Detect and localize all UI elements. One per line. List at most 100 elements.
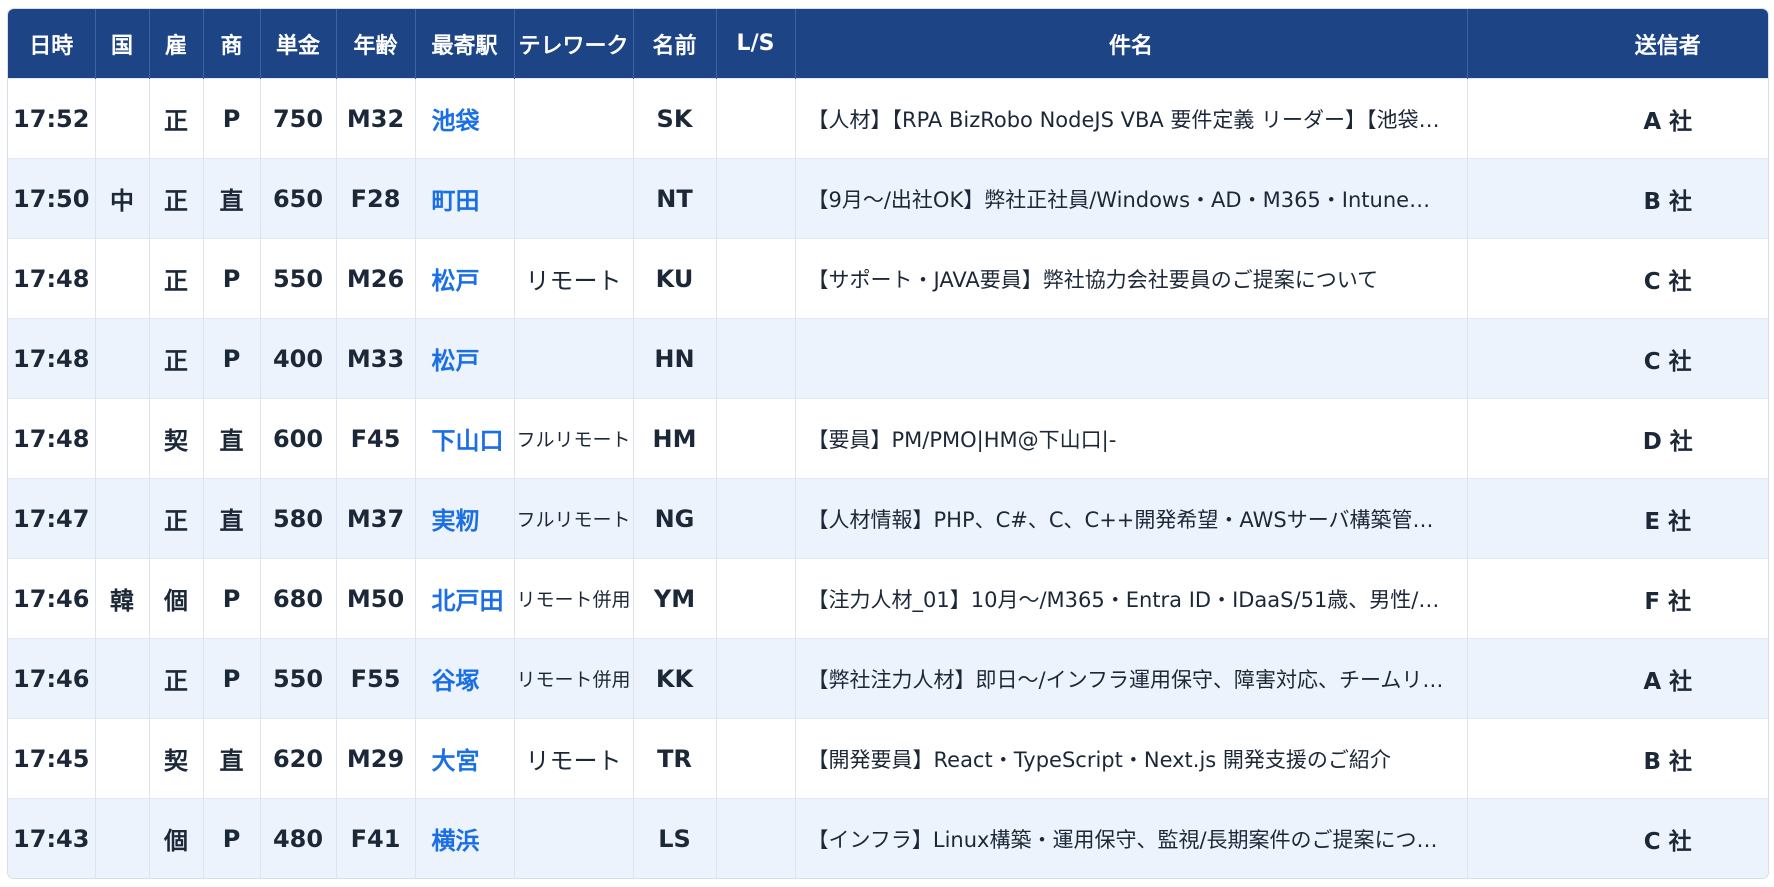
cell-subject[interactable]: 【インフラ】Linux構築・運用保守、監視/長期案件のご提案について: [795, 798, 1468, 878]
cell-station-link[interactable]: 大宮: [415, 718, 515, 799]
cell-station-link[interactable]: 下山口: [415, 398, 515, 479]
cell-telework: [514, 318, 634, 399]
cell-sender: A 社: [1467, 78, 1768, 159]
header-ls[interactable]: L/S: [716, 9, 796, 79]
cell-subject[interactable]: 【人材】【RPA BizRobo NodeJS VBA 要件定義 リーダー】【池…: [795, 78, 1468, 159]
cell-name: TR: [633, 718, 717, 799]
table-row[interactable]: 17:48 正 P 400 M33 松戸 HN C 社: [8, 318, 1768, 399]
cell-station-link[interactable]: 実籾: [415, 478, 515, 559]
cell-station-link[interactable]: 町田: [415, 158, 515, 239]
cell-price: 550: [260, 238, 337, 319]
cell-price: 680: [260, 558, 337, 639]
header-subject[interactable]: 件名: [795, 9, 1468, 79]
cell-telework: フルリモート: [514, 478, 634, 559]
cell-ls: [716, 78, 796, 159]
cell-name: HM: [633, 398, 717, 479]
table-row[interactable]: 17:46 韓 個 P 680 M50 北戸田 リモート併用 YM 【注力人材_…: [8, 558, 1768, 639]
cell-age: F41: [336, 798, 416, 878]
cell-age: F55: [336, 638, 416, 719]
cell-telework: [514, 158, 634, 239]
cell-subject[interactable]: 【要員】PM/PMO|HM@下山口|-: [795, 398, 1468, 479]
cell-subject[interactable]: [795, 318, 1468, 399]
cell-station-link[interactable]: 池袋: [415, 78, 515, 159]
cell-price: 580: [260, 478, 337, 559]
header-price[interactable]: 単金: [260, 9, 337, 79]
table-row[interactable]: 17:43 個 P 480 F41 横浜 LS 【インフラ】Linux構築・運用…: [8, 798, 1768, 878]
table-row[interactable]: 17:47 正 直 580 M37 実籾 フルリモート NG 【人材情報】PHP…: [8, 478, 1768, 559]
cell-subject[interactable]: 【9月～/出社OK】弊社正社員/Windows・AD・M365・Intune・W…: [795, 158, 1468, 239]
cell-subject[interactable]: 【弊社注力人材】即日～/インフラ運用保守、障害対応、チームリーダー お勧め...: [795, 638, 1468, 719]
cell-country: [95, 638, 150, 719]
cell-subject[interactable]: 【サポート・JAVA要員】弊社協力会社要員のご提案について: [795, 238, 1468, 319]
cell-station-link[interactable]: 北戸田: [415, 558, 515, 639]
cell-commerce: P: [203, 558, 261, 639]
cell-age: M29: [336, 718, 416, 799]
header-employment[interactable]: 雇: [149, 9, 204, 79]
cell-employment: 契: [149, 718, 204, 799]
cell-country: [95, 718, 150, 799]
cell-age: M50: [336, 558, 416, 639]
cell-ls: [716, 718, 796, 799]
table-header-row: 日時 国 雇 商 単金 年齢 最寄駅 テレワーク 名前 L/S 件名 送信者: [8, 9, 1768, 79]
cell-country: [95, 238, 150, 319]
header-commerce[interactable]: 商: [203, 9, 261, 79]
table-row[interactable]: 17:45 契 直 620 M29 大宮 リモート TR 【開発要員】React…: [8, 718, 1768, 799]
cell-name: NT: [633, 158, 717, 239]
cell-subject[interactable]: 【注力人材_01】10月～/M365・Entra ID・IDaaS/51歳、男性…: [795, 558, 1468, 639]
header-datetime[interactable]: 日時: [8, 9, 96, 79]
cell-commerce: P: [203, 798, 261, 878]
cell-station-link[interactable]: 松戸: [415, 318, 515, 399]
cell-age: M33: [336, 318, 416, 399]
cell-commerce: P: [203, 238, 261, 319]
cell-name: HN: [633, 318, 717, 399]
cell-price: 750: [260, 78, 337, 159]
cell-employment: 正: [149, 318, 204, 399]
cell-age: M37: [336, 478, 416, 559]
cell-subject[interactable]: 【人材情報】PHP、C#、C、C++開発希望・AWSサーバ構築管理希...: [795, 478, 1468, 559]
cell-country: 韓: [95, 558, 150, 639]
cell-country: [95, 398, 150, 479]
cell-subject[interactable]: 【開発要員】React・TypeScript・Next.js 開発支援のご紹介: [795, 718, 1468, 799]
cell-age: F28: [336, 158, 416, 239]
cell-name: SK: [633, 78, 717, 159]
cell-commerce: P: [203, 318, 261, 399]
cell-time: 17:47: [8, 478, 96, 559]
table-row[interactable]: 17:48 正 P 550 M26 松戸 リモート KU 【サポート・JAVA要…: [8, 238, 1768, 319]
cell-sender: B 社: [1467, 158, 1768, 239]
table-row[interactable]: 17:46 正 P 550 F55 谷塚 リモート併用 KK 【弊社注力人材】即…: [8, 638, 1768, 719]
cell-telework: [514, 78, 634, 159]
cell-sender: C 社: [1467, 238, 1768, 319]
cell-time: 17:45: [8, 718, 96, 799]
cell-station-link[interactable]: 横浜: [415, 798, 515, 878]
cell-price: 650: [260, 158, 337, 239]
cell-ls: [716, 238, 796, 319]
cell-sender: C 社: [1467, 798, 1768, 878]
cell-commerce: 直: [203, 478, 261, 559]
cell-station-link[interactable]: 谷塚: [415, 638, 515, 719]
cell-price: 620: [260, 718, 337, 799]
header-name[interactable]: 名前: [633, 9, 717, 79]
header-telework[interactable]: テレワーク: [514, 9, 634, 79]
cell-price: 550: [260, 638, 337, 719]
cell-sender: F 社: [1467, 558, 1768, 639]
header-country[interactable]: 国: [95, 9, 150, 79]
cell-name: KU: [633, 238, 717, 319]
header-sender[interactable]: 送信者: [1467, 9, 1768, 79]
cell-telework: リモート: [514, 238, 634, 319]
cell-price: 480: [260, 798, 337, 878]
cell-age: F45: [336, 398, 416, 479]
cell-employment: 正: [149, 78, 204, 159]
cell-telework: リモート: [514, 718, 634, 799]
header-age[interactable]: 年齢: [336, 9, 416, 79]
table-row[interactable]: 17:48 契 直 600 F45 下山口 フルリモート HM 【要員】PM/P…: [8, 398, 1768, 479]
cell-station-link[interactable]: 松戸: [415, 238, 515, 319]
cell-age: M32: [336, 78, 416, 159]
header-station[interactable]: 最寄駅: [415, 9, 515, 79]
table-row[interactable]: 17:50 中 正 直 650 F28 町田 NT 【9月～/出社OK】弊社正社…: [8, 158, 1768, 239]
cell-ls: [716, 558, 796, 639]
table-row[interactable]: 17:52 正 P 750 M32 池袋 SK 【人材】【RPA BizRobo…: [8, 78, 1768, 159]
cell-time: 17:52: [8, 78, 96, 159]
cell-telework: [514, 798, 634, 878]
cell-telework: リモート併用: [514, 638, 634, 719]
cell-ls: [716, 398, 796, 479]
